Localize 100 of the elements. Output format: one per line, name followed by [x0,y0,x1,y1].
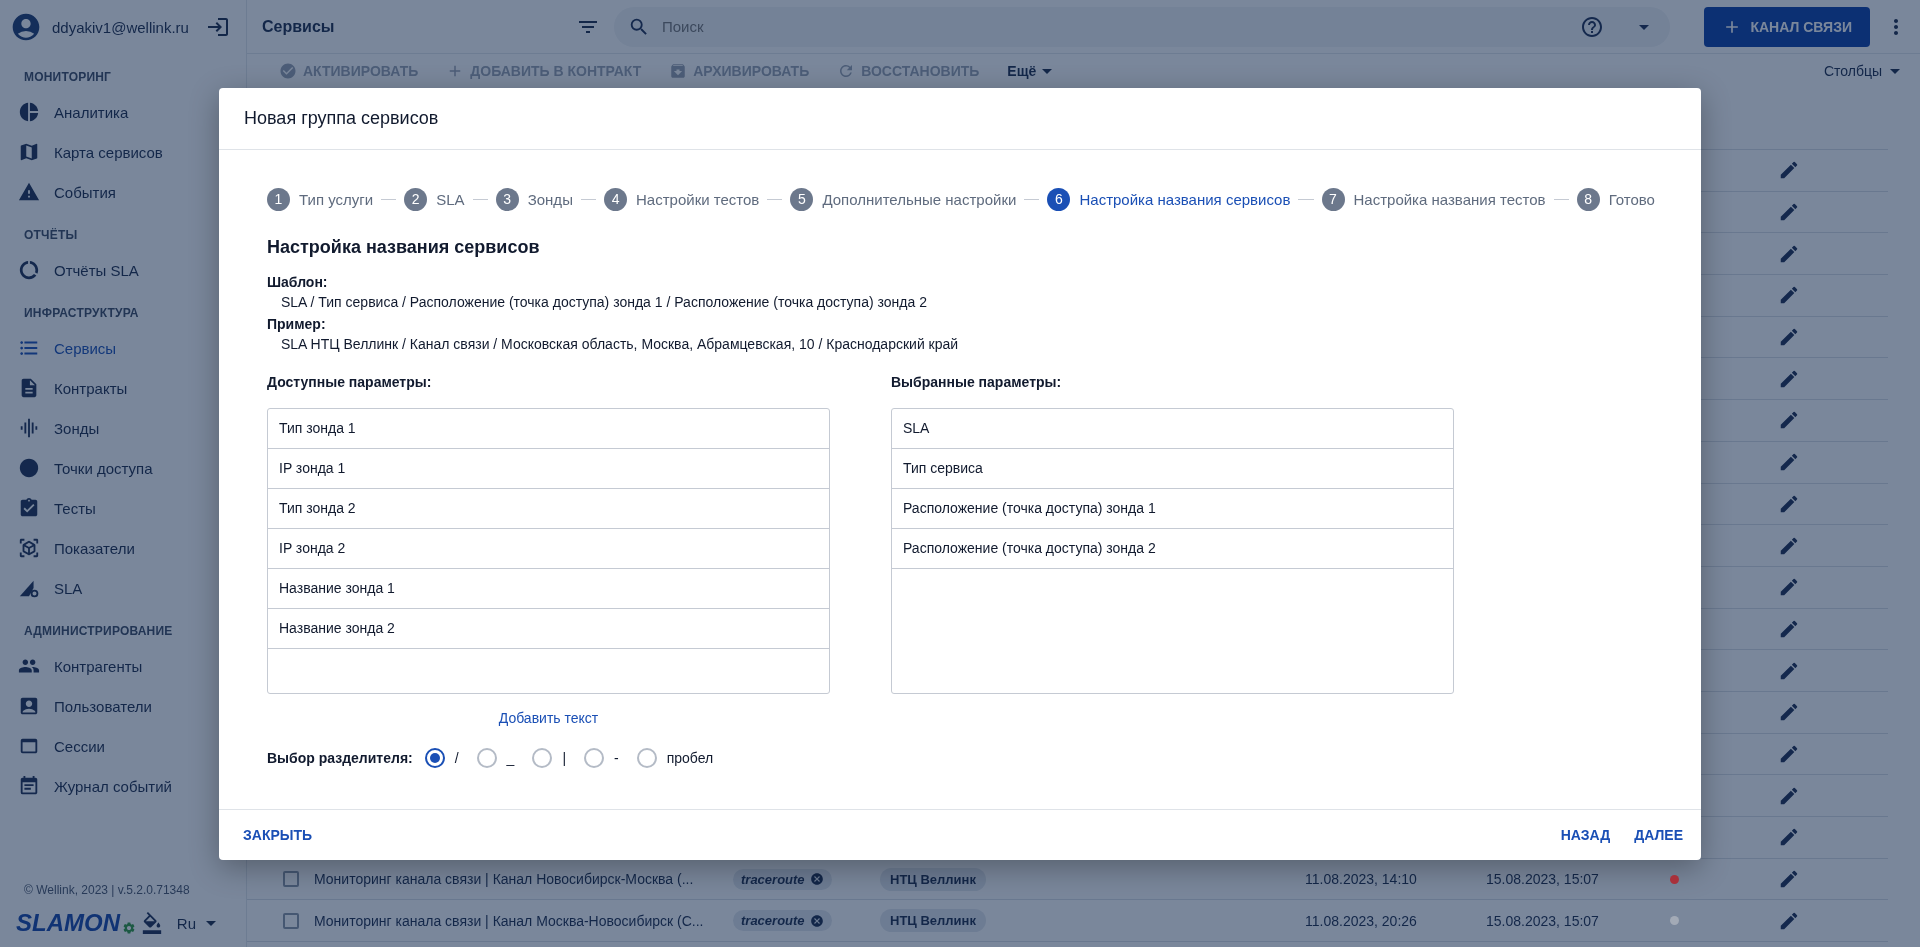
parameter-item[interactable]: Название зонда 1 [268,568,829,609]
option-label: / [454,749,459,766]
caret-icon [206,920,216,926]
row-checkbox[interactable] [283,871,299,888]
nav-item[interactable]: SLA [0,568,246,608]
option-label: _ [506,749,515,766]
nav-label: Аналитика [54,103,129,121]
dialog-title: Новая группа сервисов [244,107,439,129]
step-label: Настройка названия сервисов [1079,190,1291,208]
nav-item[interactable]: Отчёты SLA [0,250,246,290]
nav-label: Журнал событий [54,777,172,795]
nav-item[interactable]: Точки доступа [0,448,246,488]
radio-button[interactable] [584,747,605,768]
step-number: 4 [604,187,628,211]
radio-button[interactable] [424,747,445,768]
step-label: Дополнительные настройки [822,190,1017,208]
page-title: Сервисы [262,17,336,36]
date-cell-text: 15.08.2023, 15:07 [1486,912,1600,929]
parameter-item[interactable]: IP зонда 2 [268,528,829,569]
nav-label: Отчёты SLA [54,261,139,279]
help-icon[interactable] [1580,14,1605,39]
sound-wave-icon [18,417,40,439]
nav-item[interactable]: События [0,172,246,212]
step-number: 5 [790,187,814,211]
service-name: Мониторинг канала связи | Канал Новосибирск-Москва (... [314,871,695,888]
step-number: 6 [1047,187,1071,211]
radio-button[interactable] [532,747,553,768]
organization-chip: НТЦ Веллинк [880,909,986,933]
next-button[interactable]: ДАЛЕЕ [1632,820,1685,849]
add-text-link[interactable]: Добавить текст [498,709,599,726]
search-input[interactable]: Поиск [660,11,1571,42]
nav-label: События [54,183,116,201]
parameter-item[interactable]: SLA [892,408,1453,449]
tag-label: traceroute [741,871,805,887]
radio-button[interactable] [476,747,497,768]
nav-label: Показатели [54,539,135,557]
caret-icon [1890,68,1900,74]
add-channel-button[interactable]: КАНАЛ СВЯЗИ [1704,6,1870,47]
nav-label: Карта сервисов [54,143,163,161]
date-cell-text: 11.08.2023, 20:26 [1305,912,1418,929]
nav-label: Сессии [54,737,105,755]
section-heading: Настройка названия сервисов [267,236,541,258]
nav-label: Сервисы [54,339,117,357]
caret-icon [1042,68,1053,74]
copyright-text: © Wellink, 2023 | v.5.2.0.71348 [24,883,191,897]
organization-chip: НТЦ Веллинк [880,867,986,891]
nav-item[interactable]: Контракты [0,368,246,408]
row-checkbox[interactable] [283,912,299,929]
section-heading: ИНФРАСТРУКТУРА [23,305,140,322]
parameter-item[interactable]: IP зонда 1 [268,448,829,489]
option-label: пробел [666,749,714,766]
nav-item[interactable]: Сессии [0,726,246,766]
parameter-item[interactable]: Расположение (точка доступа) зонда 2 [892,528,1453,569]
parameter-item[interactable]: Тип зонда 1 [268,408,829,449]
nav-item[interactable]: Аналитика [0,92,246,132]
step-number: 8 [1576,187,1600,211]
back-button[interactable]: НАЗАД [1558,820,1613,849]
toolbar-button[interactable]: Ещё [1007,63,1053,79]
nav-item[interactable]: Зонды [0,408,246,448]
nav-item[interactable]: Пользователи [0,686,246,726]
tag-label: traceroute [741,913,805,929]
columns-button[interactable]: Столбцы [1823,63,1900,79]
person-card-icon [18,695,40,717]
date-cell-text: 15.08.2023, 15:07 [1486,871,1600,888]
section-heading: ОТЧЁТЫ [23,227,79,244]
user-email: ddyakiv1@wellink.ru [52,18,190,36]
language-select[interactable]: Ru [172,910,220,936]
parameter-item[interactable]: Название зонда 2 [268,608,829,649]
nav-item[interactable]: Сервисы [0,328,246,368]
template-text: SLA / Тип сервиса / Расположение (точка доступа) зонда 1 / Расположение (точка доступа) зонда 2 [280,293,928,310]
nav-label: Контрагенты [54,657,143,675]
remove-icon[interactable] [809,913,824,928]
nav-item[interactable]: Показатели [0,528,246,568]
close-button[interactable]: ЗАКРЫТЬ [241,820,315,849]
field-label: Пример: [267,315,327,332]
radio-button[interactable] [636,747,657,768]
step-label: SLA [436,190,465,208]
cube-icon [18,537,40,559]
step-number: 7 [1321,187,1345,211]
circle-icon [18,457,40,479]
archive-icon [669,62,688,80]
date-cell-text: 11.08.2023, 14:10 [1305,871,1418,888]
remove-icon[interactable] [809,872,824,887]
nav-item[interactable]: Контрагенты [0,646,246,686]
search-field[interactable]: Поиск [614,6,1671,47]
paint-bucket-icon[interactable] [140,912,163,934]
logout-icon[interactable] [206,15,230,39]
step-number: 2 [404,187,428,211]
nav-item[interactable]: Карта сервисов [0,132,246,172]
example-text: SLA НТЦ Веллинк / Канал связи / Московская область, Москва, Абрамцевская, 10 / Краснодарский край [280,335,960,352]
parameter-item[interactable]: Расположение (точка доступа) зонда 1 [892,488,1453,529]
nav-label: Контракты [54,379,128,397]
step-label: Готово [1608,190,1655,208]
parameter-item[interactable]: Тип сервиса [892,448,1453,489]
step-number: 1 [267,187,290,211]
separator-label: Выбор разделителя: [267,749,413,766]
nav-item[interactable]: Журнал событий [0,766,246,806]
parameter-item[interactable]: Тип зонда 2 [268,488,829,529]
nav-label: Тесты [54,499,96,517]
nav-item[interactable]: Тесты [0,488,246,528]
